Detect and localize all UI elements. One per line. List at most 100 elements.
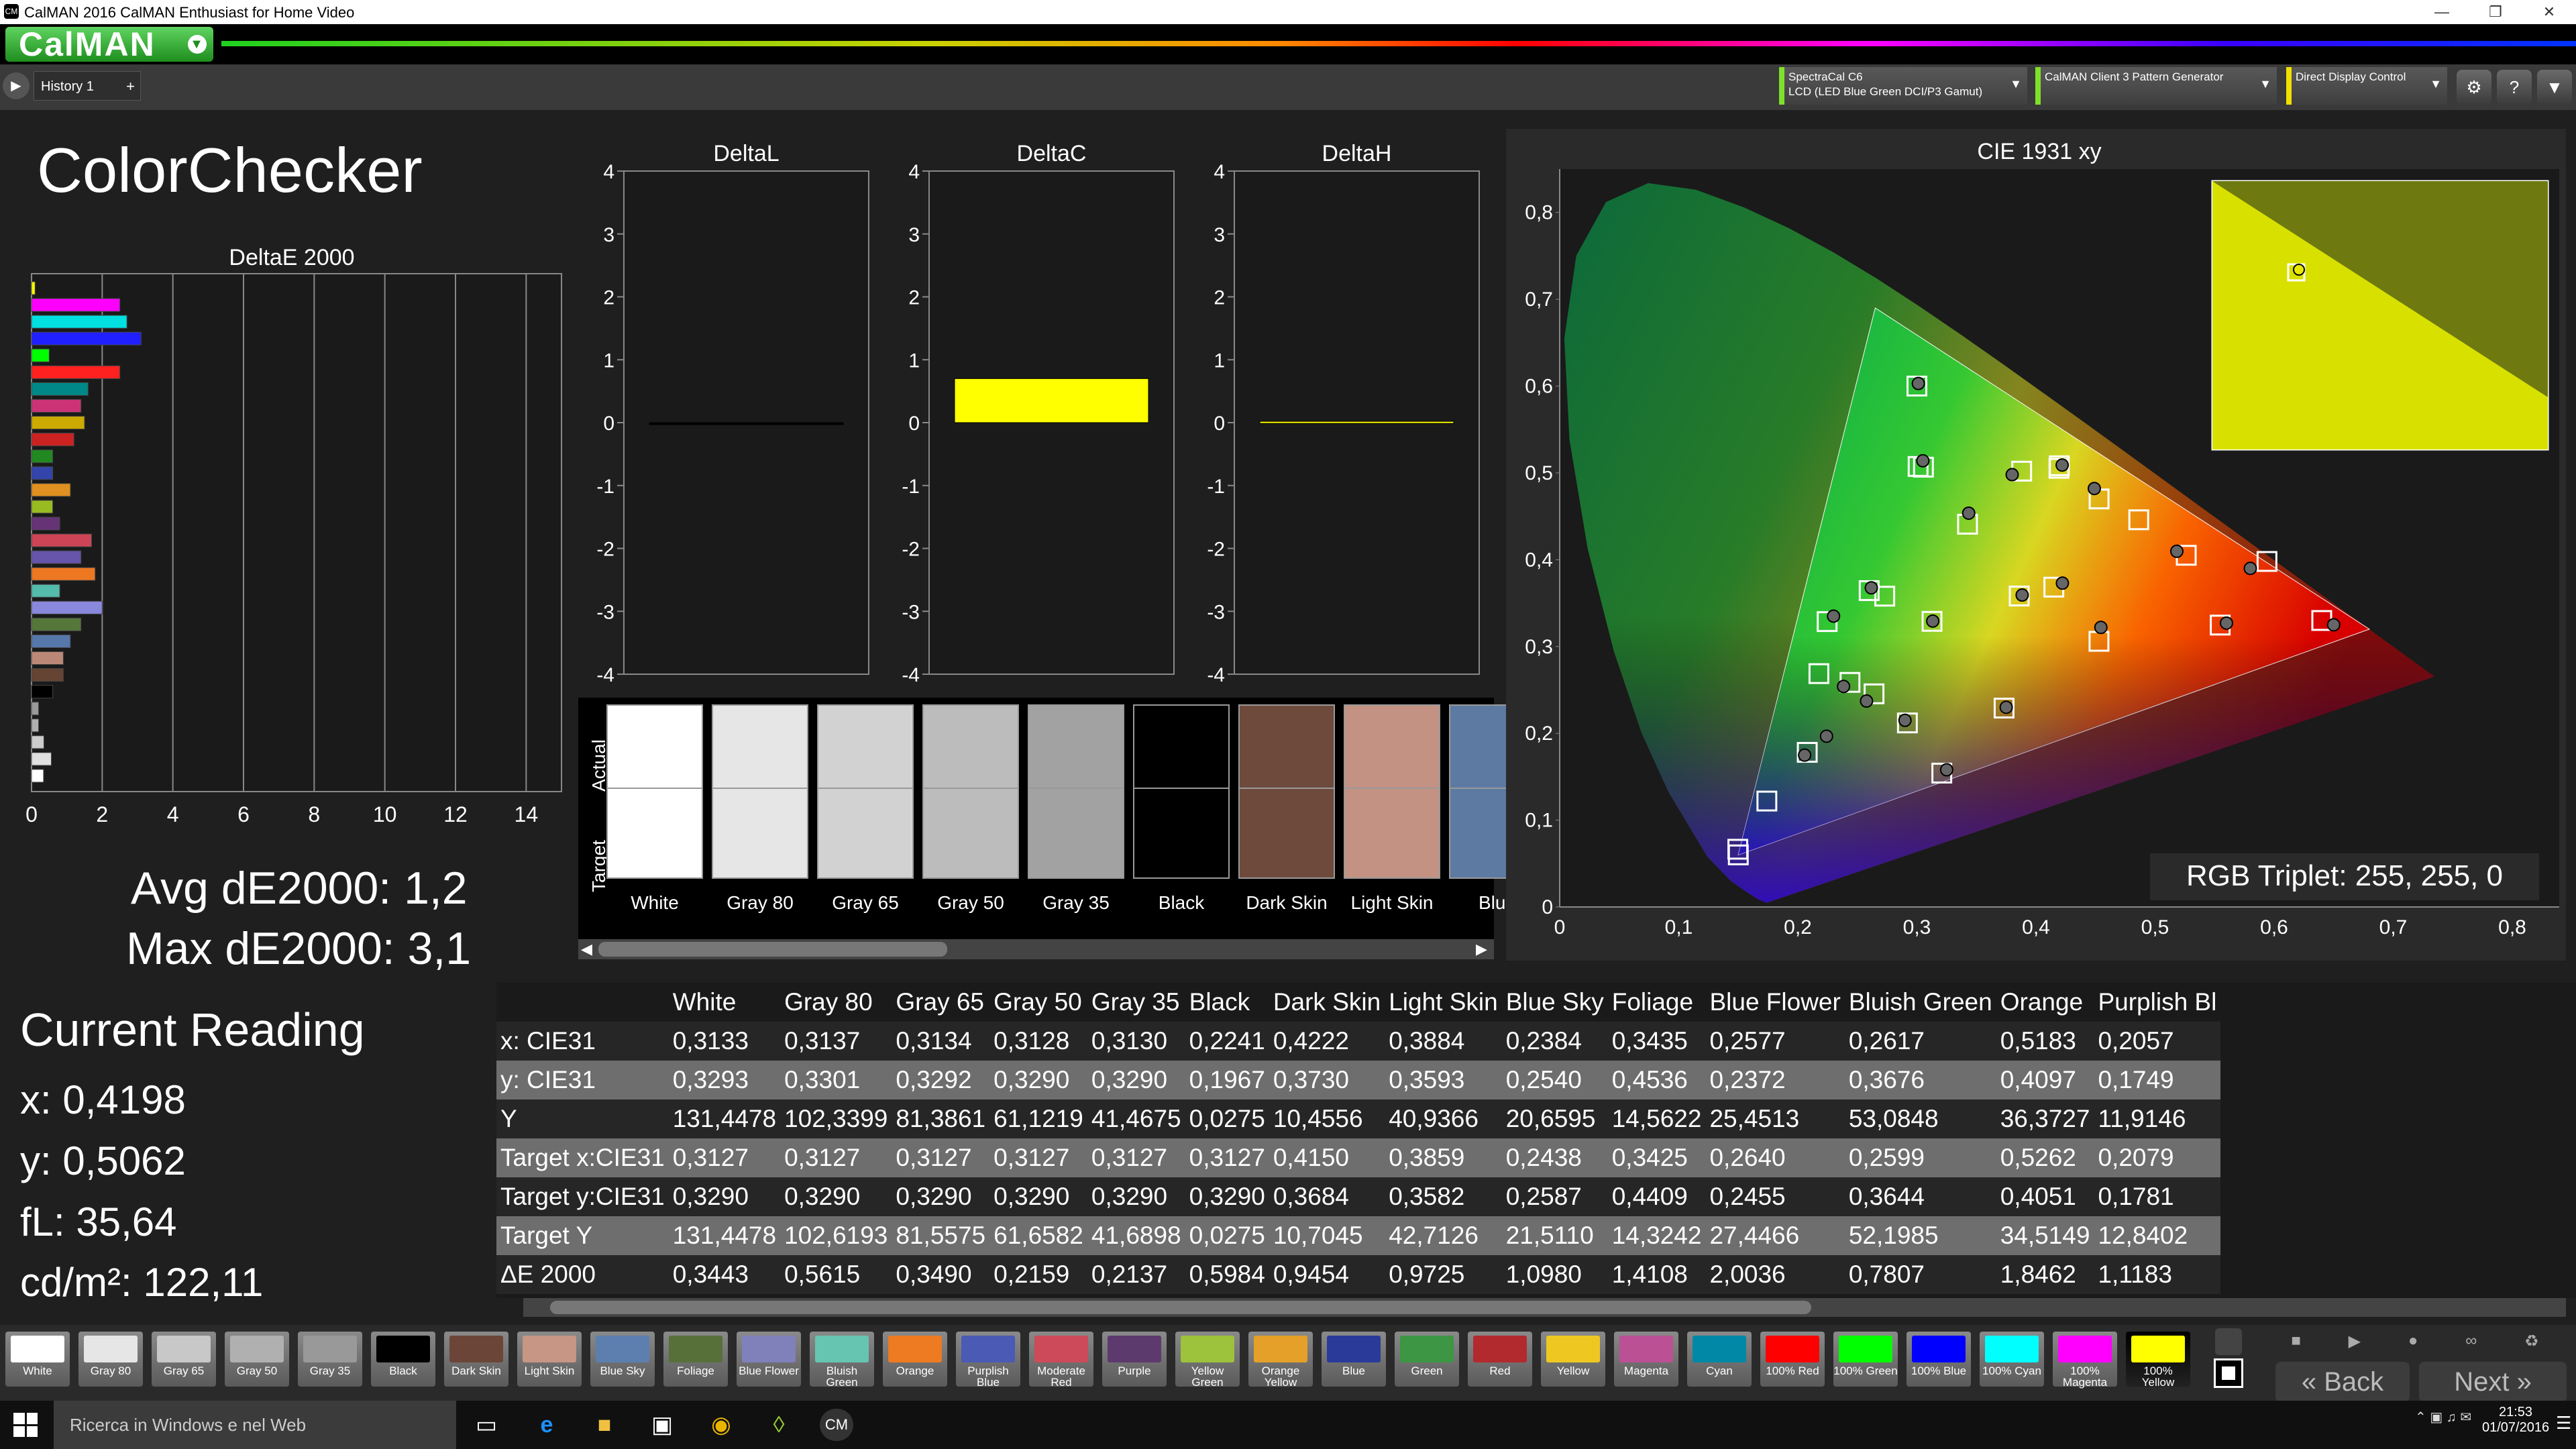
swatch-moderate-red[interactable]: Moderate Red (1029, 1332, 1093, 1388)
swatch-dark-skin[interactable]: Dark Skin (444, 1332, 508, 1387)
patch-light-skin[interactable]: Light Skin (1344, 704, 1440, 929)
swatch-yellow-green[interactable]: Yellow Green (1175, 1332, 1240, 1388)
table-row[interactable]: Target y:CIE31 0,3290 0,3290 0,3290 0,3290 0,… (496, 1177, 2221, 1216)
table-header-cell[interactable]: Black (1185, 983, 1269, 1022)
swatch-green[interactable]: Green (1395, 1332, 1459, 1387)
swatch-purplish-blue[interactable]: Purplish Blue (956, 1332, 1020, 1388)
table-row[interactable]: x: CIE31 0,3133 0,3137 0,3134 0,3128 0,3130 0,… (496, 1022, 2221, 1061)
swatch-foliage[interactable]: Foliage (663, 1332, 728, 1387)
stop-square-icon[interactable]: ■ (2291, 1332, 2301, 1358)
swatch-gray-50[interactable]: Gray 50 (225, 1332, 289, 1387)
table-scrollbar[interactable] (523, 1298, 2566, 1317)
device-pattern-generator[interactable]: CalMAN Client 3 Pattern Generator ▼ (2035, 67, 2277, 105)
file-explorer-icon[interactable]: ■ (588, 1409, 621, 1441)
swatch-light-skin[interactable]: Light Skin (517, 1332, 582, 1387)
patch-black[interactable]: Black (1133, 704, 1230, 929)
windows-start-icon[interactable] (13, 1413, 38, 1437)
table-header-cell[interactable]: Gray 35 (1087, 983, 1185, 1022)
table-header-cell[interactable]: Gray 65 (892, 983, 990, 1022)
swatch-gray-80[interactable]: Gray 80 (78, 1332, 143, 1387)
trash-icon[interactable]: ♻ (2524, 1332, 2539, 1358)
device-meter[interactable]: SpectraCal C6 LCD (LED Blue Green DCI/P3… (1779, 67, 2027, 105)
table-header-cell[interactable]: Light Skin (1385, 983, 1502, 1022)
swatch-gray-35[interactable]: Gray 35 (298, 1332, 362, 1387)
patch-white[interactable]: White (606, 704, 703, 929)
tab-history-1[interactable]: History 1 + (34, 71, 141, 101)
swatch-blue-flower[interactable]: Blue Flower (737, 1332, 801, 1387)
edge-icon[interactable]: e (530, 1409, 564, 1441)
table-header-cell[interactable]: Orange (1996, 983, 2094, 1022)
stop-icon[interactable] (2214, 1358, 2243, 1388)
swatch-orange-yellow[interactable]: Orange Yellow (1248, 1332, 1313, 1388)
play-icon[interactable]: ▶ (2349, 1332, 2361, 1358)
table-header-cell[interactable]: Dark Skin (1269, 983, 1385, 1022)
swatch-100-yellow[interactable]: 100% Yellow (2126, 1332, 2190, 1388)
table-header-cell[interactable]: Blue Flower (1705, 983, 1845, 1022)
table-header-cell[interactable]: Gray 50 (989, 983, 1087, 1022)
table-header-cell[interactable]: Bluish Green (1844, 983, 1996, 1022)
close-icon[interactable]: ✕ (2522, 0, 2576, 24)
pin-icon[interactable]: ▼ (2537, 70, 2572, 105)
swatch-cyan[interactable]: Cyan (1687, 1332, 1752, 1387)
scroll-left-icon[interactable]: ◀ (581, 941, 592, 958)
swatch-100-magenta[interactable]: 100% Magenta (2053, 1332, 2117, 1388)
taskbar-search[interactable]: Ricerca in Windows e nel Web (54, 1401, 456, 1449)
swatch-black[interactable]: Black (371, 1332, 435, 1387)
calman-logo-menu[interactable]: CalMAN ▼ (5, 27, 213, 62)
table-header-cell[interactable]: Foliage (1607, 983, 1706, 1022)
swatch-100-red[interactable]: 100% Red (1760, 1332, 1825, 1387)
swatch-blue[interactable]: Blue (1322, 1332, 1386, 1387)
settings-gear-icon[interactable]: ⚙ (2457, 70, 2491, 105)
swatch-purple[interactable]: Purple (1102, 1332, 1167, 1387)
swatch-magenta[interactable]: Magenta (1614, 1332, 1678, 1387)
app-icon-2[interactable]: ◊ (762, 1409, 796, 1441)
device-display-control[interactable]: Direct Display Control ▼ (2286, 67, 2447, 105)
restore-icon[interactable]: ❐ (2469, 0, 2522, 24)
table-row[interactable]: Target Y 131,4478 102,6193 81,5575 61,6582 41… (496, 1216, 2221, 1255)
table-row[interactable]: Y 131,4478 102,3399 81,3861 61,1219 41,4675 0,… (496, 1099, 2221, 1138)
swatch-orange[interactable]: Orange (883, 1332, 947, 1387)
swatch-100-cyan[interactable]: 100% Cyan (1980, 1332, 2044, 1387)
notifications-icon[interactable]: ☰ (2556, 1413, 2571, 1434)
minimize-icon[interactable]: — (2415, 0, 2469, 24)
swatch-white[interactable]: White (5, 1332, 70, 1387)
patch-scrollbar[interactable]: ◀ ▶ (578, 939, 1494, 959)
table-row[interactable]: y: CIE31 0,3293 0,3301 0,3292 0,3290 0,3290 0,… (496, 1061, 2221, 1099)
table-header-cell[interactable]: White (668, 983, 781, 1022)
next-button[interactable]: Next » (2419, 1362, 2567, 1402)
patch-gray-50[interactable]: Gray 50 (922, 704, 1019, 929)
eject-icon[interactable] (2215, 1328, 2242, 1355)
store-icon[interactable]: ▣ (645, 1409, 679, 1441)
patch-scroll-thumb[interactable] (598, 942, 947, 957)
table-header-cell[interactable]: Gray 80 (780, 983, 892, 1022)
patch-gray-65[interactable]: Gray 65 (817, 704, 914, 929)
tray-icons[interactable]: ⌃ ▣ ♫ ✉ (2415, 1409, 2471, 1426)
add-tab-icon[interactable]: + (126, 72, 135, 101)
swatch-gray-65[interactable]: Gray 65 (152, 1332, 216, 1387)
chrome-icon[interactable]: ◉ (704, 1409, 738, 1441)
table-header-cell[interactable]: Blue Sky (1501, 983, 1608, 1022)
play-icon[interactable]: ▶ (3, 72, 30, 99)
task-view-icon[interactable]: ▭ (470, 1409, 503, 1441)
calman-taskbar-icon[interactable]: CM (820, 1409, 853, 1441)
table-header-cell[interactable] (496, 983, 669, 1022)
scroll-right-icon[interactable]: ▶ (1476, 941, 1487, 958)
swatch-bluish-green[interactable]: Bluish Green (810, 1332, 874, 1388)
swatch-100-green[interactable]: 100% Green (1833, 1332, 1898, 1387)
table-header-cell[interactable]: Purplish Bl (2094, 983, 2221, 1022)
back-button[interactable]: « Back (2275, 1362, 2410, 1402)
patch-dark-skin[interactable]: Dark Skin (1238, 704, 1335, 929)
help-icon[interactable]: ? (2497, 70, 2532, 105)
swatch-blue-sky[interactable]: Blue Sky (590, 1332, 655, 1387)
swatch-yellow[interactable]: Yellow (1541, 1332, 1605, 1387)
clock[interactable]: 21:53 01/07/2016 (2482, 1405, 2549, 1436)
table-scroll-thumb[interactable] (550, 1301, 1811, 1314)
loop-icon[interactable]: ∞ (2465, 1332, 2477, 1358)
swatch-100-blue[interactable]: 100% Blue (1907, 1332, 1971, 1387)
record-icon[interactable]: ● (2408, 1332, 2418, 1358)
patch-gray-80[interactable]: Gray 80 (712, 704, 808, 929)
table-row[interactable]: ΔE 2000 0,3443 0,5615 0,3490 0,2159 0,2137 0,5… (496, 1255, 2221, 1294)
patch-gray-35[interactable]: Gray 35 (1028, 704, 1124, 929)
swatch-red[interactable]: Red (1468, 1332, 1532, 1387)
table-row[interactable]: Target x:CIE31 0,3127 0,3127 0,3127 0,3127 0,… (496, 1138, 2221, 1177)
